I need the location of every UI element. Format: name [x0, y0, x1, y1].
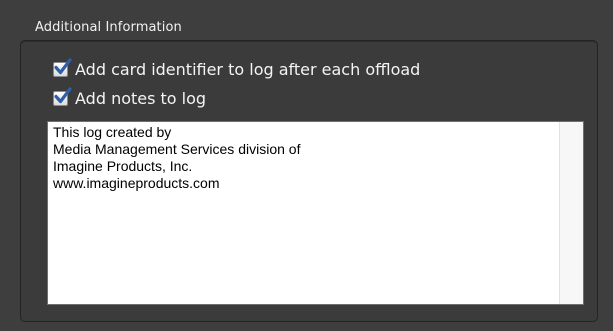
add-notes-option[interactable]: Add notes to log	[53, 87, 207, 108]
notes-text-area[interactable]: This log created by Media Management Ser…	[53, 124, 555, 302]
card-identifier-checkbox[interactable]	[53, 58, 72, 77]
checkmark-icon	[54, 87, 72, 104]
add-notes-checkbox[interactable]	[53, 87, 72, 106]
notes-scrollbar[interactable]	[559, 122, 583, 304]
card-identifier-label: Add card identifier to log after each of…	[75, 60, 421, 79]
card-identifier-option[interactable]: Add card identifier to log after each of…	[53, 58, 421, 79]
section-title: Additional Information	[35, 20, 182, 35]
checkmark-icon	[54, 58, 72, 75]
add-notes-label: Add notes to log	[75, 89, 207, 108]
notes-text-area-container: This log created by Media Management Ser…	[47, 121, 584, 305]
